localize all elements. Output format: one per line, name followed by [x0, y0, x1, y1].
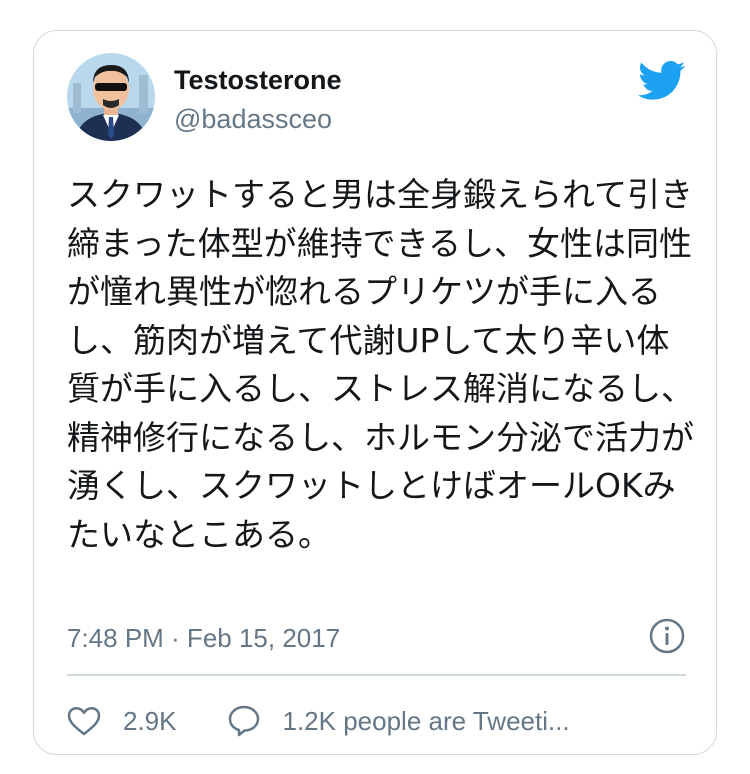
avatar[interactable]: [67, 53, 155, 141]
user-handle[interactable]: @badassceo: [174, 104, 332, 135]
avatar-image: [67, 53, 155, 141]
tweet-text: スクワットすると男は全身鍛えられて引き締まった体型が維持できるし、女性は同性が憧…: [67, 175, 694, 554]
like-button[interactable]: 2.9K: [67, 706, 177, 737]
display-name[interactable]: Testosterone: [174, 65, 342, 96]
speech-bubble-icon: [227, 704, 261, 738]
tweeting-count: 1.2K people are Tweeti...: [282, 705, 570, 736]
like-count: 2.9K: [123, 705, 177, 736]
tweet-timestamp[interactable]: 7:48 PM · Feb 15, 2017: [67, 623, 340, 654]
tweet-card[interactable]: Testosterone @badassceo スクワットすると男は全身鍛えられ…: [33, 30, 717, 755]
tweet-actions: 2.9K 1.2K people are Tweeti...: [67, 701, 570, 741]
heart-icon: [67, 706, 101, 736]
tweeting-button[interactable]: 1.2K people are Tweeti...: [227, 704, 570, 738]
info-icon[interactable]: [648, 617, 686, 655]
twitter-bird-icon[interactable]: [638, 61, 686, 101]
divider: [67, 674, 686, 676]
